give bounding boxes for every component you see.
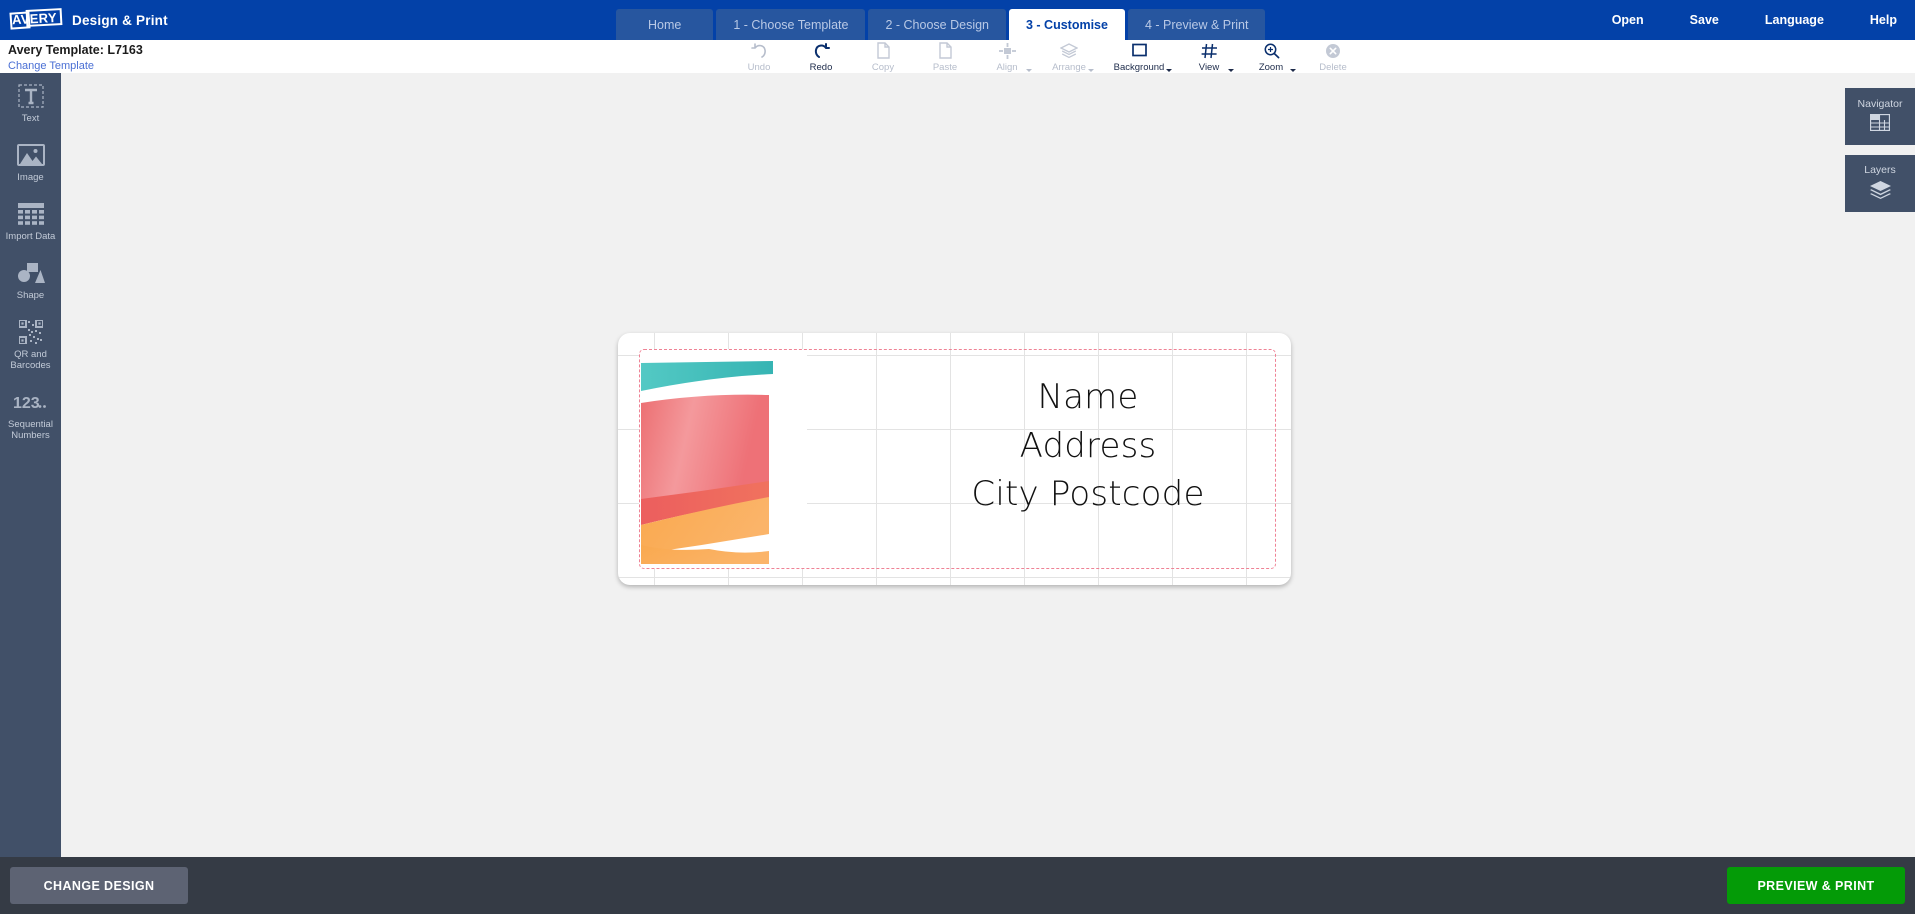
toolbar-redo[interactable]: Redo <box>790 40 852 73</box>
top-menu: Open Save Language Help <box>1612 0 1897 40</box>
label-line-city-postcode: City Postcode <box>971 474 1205 515</box>
navigator-grid-icon <box>1869 113 1891 136</box>
menu-save[interactable]: Save <box>1690 13 1719 27</box>
table-grid-icon <box>2 201 59 227</box>
copy-icon <box>876 42 891 59</box>
layers-label: Layers <box>1864 163 1896 176</box>
tab-home[interactable]: Home <box>616 9 714 40</box>
numbers-123-icon: 123 <box>2 389 59 415</box>
change-template-link[interactable]: Change Template <box>8 60 143 72</box>
tab-home-label: Home <box>648 17 682 32</box>
sidebar-item-text[interactable]: Text <box>0 73 61 132</box>
toolbar-redo-label: Redo <box>809 62 833 73</box>
shapes-icon <box>2 260 59 286</box>
sidebar-item-image-label: Image <box>17 172 44 183</box>
preview-print-button[interactable]: PREVIEW & PRINT <box>1727 867 1905 904</box>
sidebar-item-shape-label: Shape <box>16 290 45 301</box>
svg-text:123: 123 <box>13 395 40 411</box>
sidebar-item-text-label: Text <box>21 113 40 124</box>
chevron-down-icon <box>1088 69 1094 72</box>
template-title: Avery Template: L7163 <box>8 43 143 57</box>
tab-choose-template[interactable]: 1 - Choose Template <box>716 9 866 40</box>
avery-logo-icon: AVERY <box>9 8 63 31</box>
label-line-address: Address <box>1019 425 1157 466</box>
tab-customise-label: 3 - Customise <box>1026 17 1108 32</box>
tab-preview-print[interactable]: 4 - Preview & Print <box>1127 9 1266 40</box>
undo-icon <box>750 42 768 59</box>
qr-barcode-icon <box>2 319 59 345</box>
chevron-down-icon <box>1228 69 1234 72</box>
sidebar-item-sequential-numbers[interactable]: 123 Sequential Numbers <box>0 379 61 449</box>
sidebar-item-qr-barcodes[interactable]: QR and Barcodes <box>0 309 61 379</box>
top-app-bar: AVERY Design & Print Home 1 - Choose Tem… <box>0 0 1915 40</box>
toolbar-align-label: Align <box>996 62 1018 73</box>
toolbar-view-label: View <box>1198 62 1220 73</box>
toolbar-paste[interactable]: Paste <box>914 40 976 73</box>
menu-language[interactable]: Language <box>1765 13 1824 27</box>
tab-preview-print-label: 4 - Preview & Print <box>1144 17 1249 32</box>
sidebar-item-image[interactable]: Image <box>0 132 61 191</box>
toolbar-zoom-label: Zoom <box>1258 62 1284 73</box>
image-mountain-icon <box>2 142 59 168</box>
toolbar-background-label: Background <box>1113 62 1165 73</box>
navigator-label: Navigator <box>1857 97 1903 110</box>
toolbar-copy[interactable]: Copy <box>852 40 914 73</box>
chevron-down-icon <box>1026 69 1032 72</box>
zoom-magnifier-icon <box>1263 42 1280 59</box>
sidebar-item-shape[interactable]: Shape <box>0 250 61 309</box>
grid-view-icon <box>1201 42 1218 59</box>
toolbar-undo-label: Undo <box>747 62 771 73</box>
sidebar-item-import-data[interactable]: Import Data <box>0 191 61 250</box>
right-panel: Navigator Layers <box>1845 88 1915 222</box>
tab-choose-design[interactable]: 2 - Choose Design <box>868 9 1006 40</box>
redo-icon <box>813 42 830 59</box>
menu-help[interactable]: Help <box>1870 13 1897 27</box>
toolbar-copy-label: Copy <box>871 62 895 73</box>
label-preview-card[interactable]: Name Address City Postcode <box>618 333 1291 585</box>
template-info: Avery Template: L7163 Change Template <box>8 43 143 72</box>
edit-toolbar: Undo Redo Copy Paste Align Arrange Backg… <box>728 40 1364 73</box>
chevron-down-icon <box>1166 69 1172 72</box>
tools-sidebar: Text Image Import Data Shape QR and Barc… <box>0 73 61 857</box>
menu-open[interactable]: Open <box>1612 13 1644 27</box>
toolbar-view[interactable]: View <box>1178 40 1240 73</box>
toolbar-align[interactable]: Align <box>976 40 1038 73</box>
avery-logo-text: AVERY <box>11 9 58 28</box>
toolbar-background[interactable]: Background <box>1100 40 1178 73</box>
paste-icon <box>938 42 953 59</box>
background-icon <box>1131 42 1148 59</box>
design-canvas[interactable]: Name Address City Postcode <box>61 73 1915 857</box>
sidebar-item-qr-barcodes-label: QR and Barcodes <box>10 349 51 371</box>
toolbar-arrange-label: Arrange <box>1052 62 1086 73</box>
app-name: Design & Print <box>72 12 168 28</box>
toolbar-undo[interactable]: Undo <box>728 40 790 73</box>
toolbar-zoom[interactable]: Zoom <box>1240 40 1302 73</box>
sidebar-item-sequential-numbers-label: Sequential Numbers <box>8 419 53 441</box>
brand[interactable]: AVERY Design & Print <box>0 8 168 31</box>
navigator-button[interactable]: Navigator <box>1845 88 1915 145</box>
bottom-bar: CHANGE DESIGN PREVIEW & PRINT <box>0 857 1915 914</box>
toolbar-arrange[interactable]: Arrange <box>1038 40 1100 73</box>
step-tabs: Home 1 - Choose Template 2 - Choose Desi… <box>616 9 1266 40</box>
toolbar-paste-label: Paste <box>932 62 958 73</box>
arrange-icon <box>1060 42 1078 59</box>
label-line-name: Name <box>1037 377 1139 417</box>
tab-choose-template-label: 1 - Choose Template <box>733 17 849 32</box>
toolbar-delete-label: Delete <box>1319 62 1347 73</box>
change-design-button[interactable]: CHANGE DESIGN <box>10 867 188 904</box>
layers-button[interactable]: Layers <box>1845 155 1915 212</box>
chevron-down-icon <box>1290 69 1296 72</box>
sidebar-item-import-data-label: Import Data <box>5 231 56 242</box>
layers-stack-icon <box>1869 180 1892 204</box>
text-box-icon <box>2 83 59 109</box>
tab-choose-design-label: 2 - Choose Design <box>885 17 989 32</box>
label-text-block[interactable]: Name Address City Postcode <box>908 373 1268 519</box>
tab-customise[interactable]: 3 - Customise <box>1009 9 1125 40</box>
align-icon <box>998 42 1016 59</box>
delete-circle-icon <box>1325 42 1341 59</box>
toolbar-delete[interactable]: Delete <box>1302 40 1364 73</box>
